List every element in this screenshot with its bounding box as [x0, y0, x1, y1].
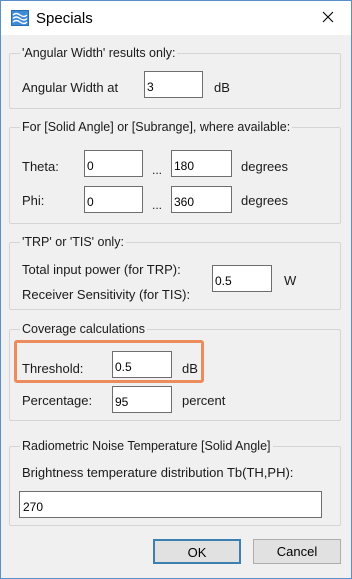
theta-label: Theta: [22, 159, 59, 174]
antenna-pattern-icon [11, 10, 29, 26]
close-button[interactable] [305, 1, 351, 35]
theta-unit: degrees [241, 159, 288, 174]
receiver-sensitivity-label: Receiver Sensitivity (for TIS): [22, 287, 191, 302]
percentage-label: Percentage: [22, 393, 93, 408]
angular-width-unit: dB [214, 80, 230, 95]
theta-to-input[interactable] [171, 150, 232, 177]
percentage-input[interactable] [112, 386, 172, 413]
title-bar: Specials [1, 1, 351, 35]
phi-unit: degrees [241, 193, 288, 208]
phi-to-input[interactable] [171, 186, 232, 213]
angular-width-label: Angular Width at [22, 80, 119, 95]
trp-tis-legend: 'TRP' or 'TIS' only: [20, 234, 126, 250]
dialog-title: Specials [36, 10, 93, 27]
trp-tis-input[interactable] [212, 265, 272, 292]
brightness-temperature-input[interactable] [19, 491, 322, 518]
cancel-button[interactable]: Cancel [253, 539, 341, 564]
ok-button[interactable]: OK [153, 539, 241, 564]
threshold-unit: dB [182, 361, 198, 376]
solid-angle-legend: For [Solid Angle] or [Subrange], where a… [20, 119, 293, 135]
theta-separator: ... [152, 163, 163, 177]
phi-from-input[interactable] [84, 186, 143, 213]
coverage-legend: Coverage calculations [20, 321, 147, 337]
threshold-label: Threshold: [22, 361, 84, 376]
angular-width-input[interactable] [144, 71, 203, 98]
noise-temperature-legend: Radiometric Noise Temperature [Solid Ang… [20, 438, 273, 454]
trp-tis-unit: W [284, 273, 297, 288]
phi-separator: ... [152, 198, 163, 212]
percentage-unit: percent [182, 393, 226, 408]
theta-from-input[interactable] [84, 150, 143, 177]
close-icon [322, 11, 334, 26]
brightness-temperature-label: Brightness temperature distribution Tb(T… [22, 465, 294, 480]
angular-width-legend: 'Angular Width' results only: [20, 45, 178, 61]
specials-dialog: Specials 'Angular Width' results only: A… [0, 0, 352, 579]
total-input-power-label: Total input power (for TRP): [22, 262, 181, 277]
phi-label: Phi: [22, 193, 45, 208]
threshold-input[interactable] [112, 351, 172, 378]
